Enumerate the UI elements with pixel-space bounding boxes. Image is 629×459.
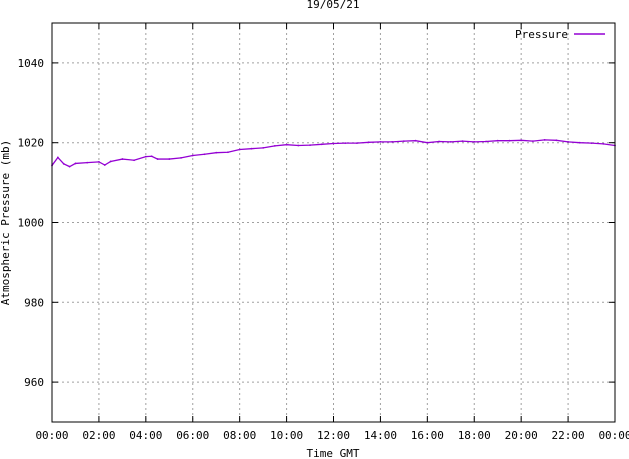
data-point [449,141,452,143]
data-point [103,164,106,166]
data-point [285,143,288,146]
data-point [297,144,300,147]
data-point [461,140,464,143]
x-tick-label: 10:00 [270,429,303,442]
data-point [215,151,218,154]
x-tick-label: 00:00 [598,429,629,442]
legend-label-pressure: Pressure [515,28,568,41]
x-tick-label: 18:00 [458,429,491,442]
grid [52,23,615,422]
data-point [344,142,347,145]
data-point [98,160,100,163]
x-tick-label: 06:00 [176,429,209,442]
data-point [86,161,89,164]
x-axis-label: Time GMT [307,447,360,459]
data-point [356,142,358,145]
y-tick-label: 1020 [18,137,45,150]
data-point [156,158,159,160]
data-point [150,155,153,158]
data-point [590,142,593,145]
x-tick-label: 16:00 [411,429,444,442]
data-point [508,139,511,142]
data-point [309,144,311,146]
y-tick-label: 980 [24,296,44,309]
data-point [391,141,394,143]
data-point [332,142,335,145]
data-point [133,159,136,162]
data-point [426,141,429,144]
data-point [250,147,253,150]
pressure-chart: 19/05/21 960 980 1000 1020 1040 00:00 02:00 04… [0,0,629,459]
data-point [144,155,147,158]
data-point [567,141,569,143]
data-point [56,156,59,159]
data-point [485,140,487,143]
data-point [320,143,323,146]
data-point [367,141,370,144]
y-tick-label: 960 [24,376,44,389]
data-point [379,141,382,143]
y-axis-label: Atmospheric Pressure (mb) [0,140,12,306]
data-point [402,140,405,143]
x-tick-label: 14:00 [364,429,397,442]
y-tick-label: 1040 [18,57,45,70]
data-point [191,154,194,157]
data-point [74,162,77,165]
data-point [532,140,534,143]
data-point [273,144,276,147]
data-point [555,139,558,142]
x-tick-label: 12:00 [317,429,350,442]
data-point [180,156,182,159]
data-point [602,143,605,145]
data-point [62,162,65,165]
x-tick-label: 08:00 [223,429,256,442]
data-point [109,160,112,163]
x-tick-label: 00:00 [35,429,68,442]
chart-title: 19/05/21 [307,0,360,11]
data-point [578,141,581,144]
data-point [203,153,206,156]
data-point [520,139,523,142]
data-point [543,139,546,141]
data-point [438,140,440,143]
data-point [238,148,241,151]
x-tick-label: 02:00 [82,429,115,442]
x-tick-label: 22:00 [552,429,585,442]
data-point [496,139,499,142]
x-tick-label: 20:00 [505,429,538,442]
data-point [414,139,417,142]
data-point [168,158,171,160]
data-point [473,141,476,143]
y-tick-label: 1000 [18,217,45,230]
x-tick-label: 04:00 [129,429,162,442]
data-point [68,165,71,168]
data-point [227,151,229,154]
data-point [262,146,265,149]
x-axis-ticks: 00:00 02:00 04:00 06:00 08:00 10:00 12:00 14:00… [35,23,629,442]
data-point [121,158,124,160]
